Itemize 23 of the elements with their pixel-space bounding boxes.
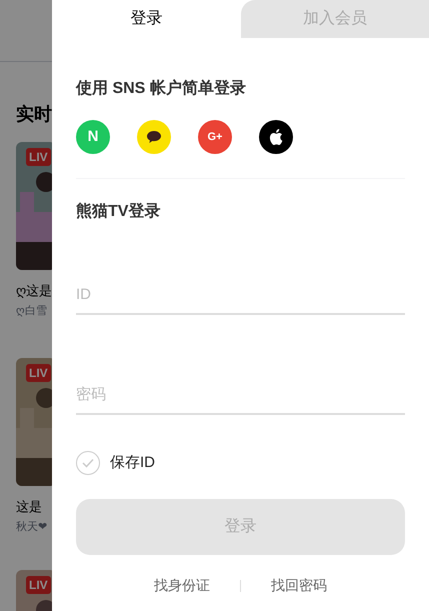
card-author: ღ白雪 [16,304,48,318]
page-heading: 实时 [16,103,52,126]
live-badge: LIV [26,576,51,594]
speech-bubble-icon [146,130,162,144]
link[interactable]: 找身份证 [154,575,210,596]
apple-icon [269,129,283,145]
input-field[interactable]: ID [76,275,405,315]
sns-login-button[interactable]: G+ [198,120,232,154]
live-badge: LIV [26,148,51,166]
card-title: ღ这是 [16,282,52,300]
check-icon [82,458,94,468]
card-author: 秋天❤ [16,520,48,534]
chat-login-button[interactable] [137,120,171,154]
input-field[interactable]: 密码 [76,375,405,415]
checkbox-label: 保存ID [110,452,155,473]
section-title: 使用 SNS 帐户简单登录 [76,78,247,99]
sns-login-button[interactable]: N [76,120,110,154]
card-title: 这是 [16,498,43,516]
apple-login-button[interactable] [259,120,293,154]
link[interactable]: 找回密码 [271,575,327,596]
live-badge: LIV [26,364,51,382]
section-title: 熊猫TV登录 [76,202,162,222]
checkbox[interactable] [76,451,100,475]
